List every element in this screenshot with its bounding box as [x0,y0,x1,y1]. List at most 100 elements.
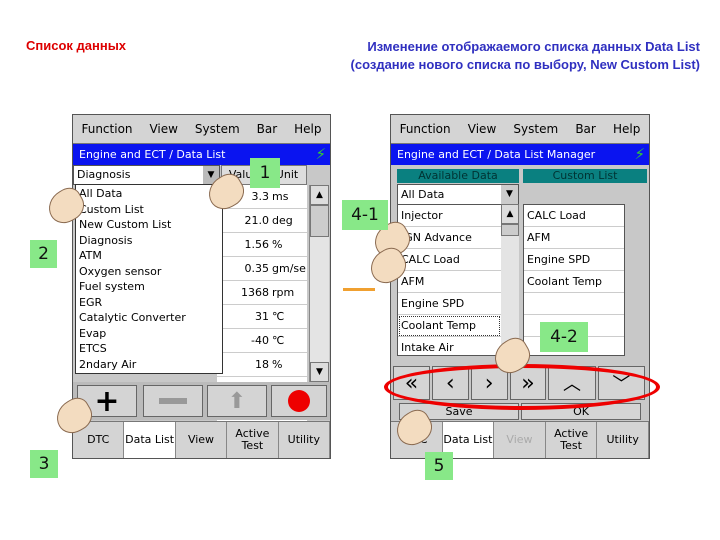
title-bar: Engine and ECT / Data List ⚡ [73,144,330,165]
custom-item[interactable]: CALC Load [524,205,624,227]
available-item[interactable]: AFM [398,271,501,293]
available-item[interactable]: IGN Advance [398,227,501,249]
record-icon [288,390,310,412]
menu-bar-item[interactable]: Bar [575,122,596,136]
dropdown-option[interactable]: Diagnosis [79,233,219,249]
custom-item[interactable]: Coolant Temp [524,271,624,293]
dropdown-value: All Data [401,188,445,201]
dropdown-option[interactable]: ATM [79,248,219,264]
dropdown-option[interactable]: ETCS [79,341,219,357]
value-cell: 0.35 [244,262,270,275]
dropdown-option[interactable]: All Data [79,186,219,202]
table-row[interactable]: 21.0 deg [217,209,307,233]
available-item[interactable]: Engine SPD [398,293,501,315]
custom-item[interactable]: AFM [524,227,624,249]
tab-view[interactable]: View [175,422,228,458]
page-subheading: Изменение отображаемого списка данных Da… [351,38,700,74]
data-list-screen: Function View System Bar Help Engine and… [72,114,331,459]
dropdown-option[interactable]: Evap [79,326,219,342]
highlight-ellipse [384,364,660,410]
step-badge-5: 5 [425,452,453,480]
dropdown-option[interactable]: 2ndary Air [79,357,219,373]
value-cell: 1368 [241,286,269,299]
table-row[interactable]: 18% [217,353,307,377]
minus-icon [159,398,187,404]
unit-cell: deg [272,214,293,227]
table-row[interactable]: -40 ℃ [217,329,307,353]
custom-list-header: Custom List [523,169,647,183]
menu-bar: Function View System Bar Help [73,115,330,144]
menu-function[interactable]: Function [400,122,451,136]
menu-function[interactable]: Function [81,122,132,136]
step-badge-4-2: 4-2 [540,322,588,352]
menu-help[interactable]: Help [294,122,321,136]
unit-cell: % [272,358,283,371]
tab-view[interactable]: View [494,422,546,458]
tab-active-test[interactable]: Active Test [545,422,598,458]
scroll-up-icon[interactable]: ▲ [501,204,519,224]
scroll-up-icon[interactable]: ▲ [310,185,329,205]
step-badge-4-1: 4-1 [342,200,388,230]
subheading-line-2: (создание нового списка по выбору, New C… [350,57,700,72]
subheading-line-1: Изменение отображаемого списка данных Da… [367,39,700,54]
available-item[interactable]: Coolant Temp [398,315,501,337]
page-heading: Список данных [26,38,127,53]
available-data-header: Available Data [397,169,519,183]
scroll-thumb[interactable] [501,224,519,236]
dropdown-option[interactable]: New Custom List [79,217,219,233]
unit-cell: ms [272,190,289,203]
dropdown-option[interactable]: Oxygen sensor [79,264,219,280]
screen-title: Engine and ECT / Data List Manager [397,148,596,161]
bottom-tabs: DTC Data List View Active Test Utility [73,421,331,458]
scrollbar[interactable]: ▲ ▼ [309,185,329,382]
dropdown-value: Diagnosis [77,168,131,181]
value-cell: 21.0 [244,214,270,227]
value-cell: -40 [251,334,269,347]
tab-utility[interactable]: Utility [597,422,649,458]
table-row[interactable]: 0.35 gm/se [217,257,307,281]
unit-cell: gm/se [272,262,306,275]
menu-view[interactable]: View [468,122,496,136]
custom-item[interactable]: Engine SPD [524,249,624,271]
unit-cell: ℃ [272,334,285,347]
dropdown-option[interactable]: Fuel system [79,279,219,295]
tab-utility[interactable]: Utility [278,422,331,458]
dropdown-option[interactable]: EGR [79,295,219,311]
dropdown-option[interactable]: Catalytic Converter [79,310,219,326]
tab-data-list[interactable]: Data List [124,422,176,458]
screen-title: Engine and ECT / Data List [79,148,226,161]
value-cell: 1.56 [244,238,270,251]
record-button[interactable] [271,385,327,417]
menu-view[interactable]: View [149,122,177,136]
step-badge-2: 2 [30,240,57,268]
table-row[interactable]: 1.56% [217,233,307,257]
remove-button[interactable] [143,385,203,417]
scroll-down-icon[interactable]: ▼ [310,362,329,382]
list-dropdown[interactable]: Diagnosis ▼ [73,165,220,185]
menu-bar-item[interactable]: Bar [257,122,278,136]
connection-icon: ⚡ [315,145,326,163]
connection-icon: ⚡ [634,145,645,163]
table-row[interactable]: 1368 rpm [217,281,307,305]
up-arrow-button[interactable]: ⬆ [207,385,267,417]
custom-item[interactable] [524,293,624,315]
available-item[interactable]: Injector [398,205,501,227]
title-bar: Engine and ECT / Data List Manager ⚡ [391,144,649,165]
available-item[interactable]: CALC Load [398,249,501,271]
available-item[interactable]: Intake Air [398,337,501,355]
chevron-down-icon[interactable]: ▼ [501,185,518,204]
menu-system[interactable]: System [195,122,240,136]
transition-arrow [343,288,375,291]
value-cell: 18 [255,358,269,371]
menu-system[interactable]: System [513,122,558,136]
step-badge-3: 3 [30,450,58,478]
toolbar: + ⬆ [73,382,330,420]
menu-help[interactable]: Help [613,122,640,136]
value-cell: 31 [255,310,269,323]
available-scrollbar[interactable]: ▲ [501,204,519,354]
scroll-thumb[interactable] [310,205,329,237]
tab-active-test[interactable]: Active Test [227,422,279,458]
table-row[interactable]: 31 ℃ [217,305,307,329]
dropdown-option[interactable]: Custom List [79,202,219,218]
available-dropdown[interactable]: All Data ▼ [397,184,519,205]
